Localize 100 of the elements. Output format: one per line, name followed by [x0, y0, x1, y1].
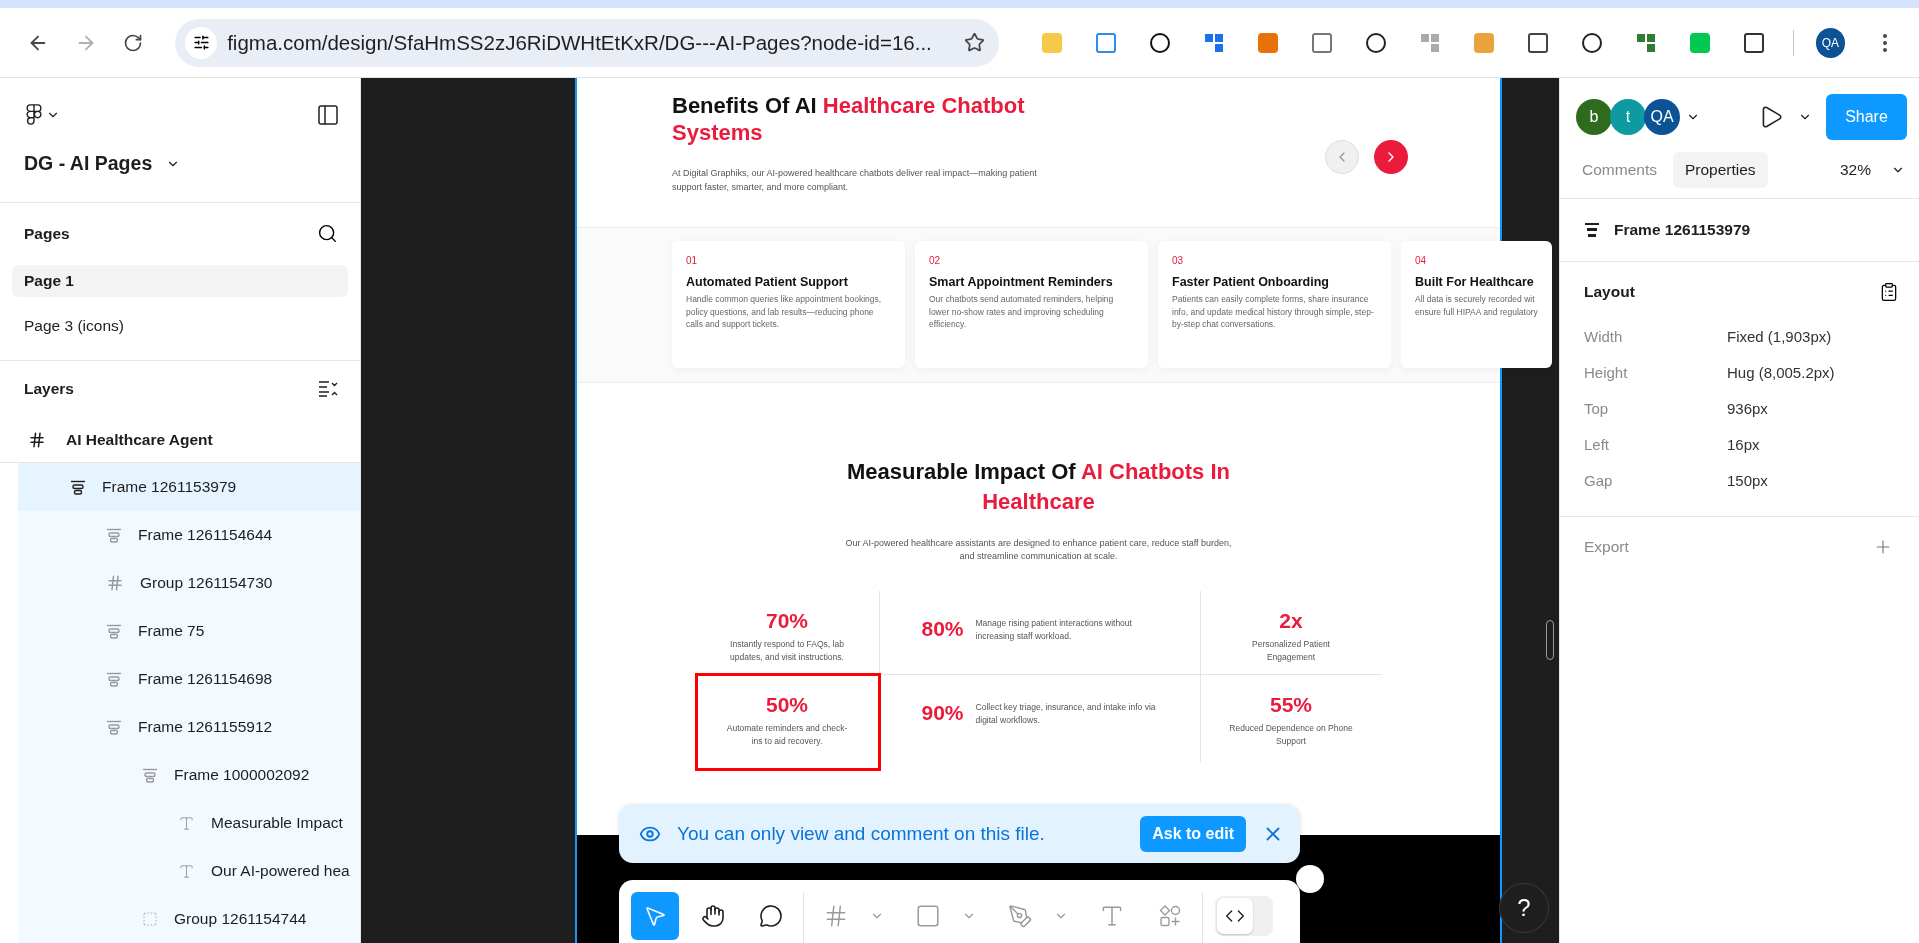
property-label: Gap: [1584, 471, 1614, 489]
card-text: Handle common queries like appointment bookings, policy questions, and lab results—reducing phone calls and support tickets.: [686, 293, 883, 331]
banner-message: You can only view and comment on this file.: [677, 822, 1046, 845]
layer-name: AI Healthcare Agent: [66, 430, 213, 449]
next-button[interactable]: [1374, 140, 1408, 174]
zoom-menu-button[interactable]: 32%: [1839, 161, 1905, 179]
sidebar-icon: [316, 103, 340, 127]
card-number: 02: [929, 255, 941, 266]
layer-row[interactable]: Frame 75: [18, 607, 360, 655]
canvas[interactable]: [361, 78, 1559, 943]
stat-description: Collect key triage, insurance, and intake info via digital workflows.: [975, 701, 1157, 727]
auto-layout-icon: [106, 671, 122, 687]
layer-row[interactable]: Frame 1261154698: [18, 655, 360, 703]
layer-row[interactable]: Our AI-powered hea: [18, 847, 360, 895]
property-value: 150px: [1727, 471, 1769, 489]
card-text: All data is securely recorded wit ensure full HIPAA and regulatory: [1415, 293, 1538, 318]
stat-value: 55%: [1270, 693, 1312, 717]
stat-description: Instantly respond to FAQs, lab updates, and visit instructions.: [729, 638, 845, 664]
layer-name: Our AI-powered hea: [211, 862, 350, 880]
group-icon: [142, 911, 158, 927]
section-intro: Our AI-powered healthcare assistants are designed to enhance patient care, reduce staff burden, and streamline communication at scale.: [844, 537, 1233, 563]
layer-name: Frame 1261155912: [138, 718, 273, 736]
layer-name: Group 1261154744: [174, 910, 307, 928]
card-number: 04: [1415, 255, 1427, 266]
sidebar-toggle-button[interactable]: [316, 103, 340, 127]
layer-name: Group 1261154730: [140, 574, 273, 592]
card-title: Faster Patient Onboarding: [1172, 275, 1329, 289]
auto-layout-icon: [106, 527, 122, 543]
auto-layout-icon: [1584, 222, 1600, 238]
pen-icon: [1007, 903, 1033, 929]
frame-icon: [28, 430, 46, 449]
hand-icon: [701, 904, 725, 928]
panel-tab[interactable]: Comments: [1570, 152, 1669, 188]
move-tool-button[interactable]: [631, 892, 679, 940]
layer-name: Frame 1261154644: [138, 526, 273, 544]
layers-heading: Layers: [24, 379, 74, 398]
layer-row[interactable]: Measurable Impact: [18, 799, 360, 847]
circle-shape: [1296, 865, 1324, 893]
figma-logo-icon: [26, 104, 42, 126]
clipboard-icon[interactable]: [1879, 282, 1899, 302]
bookmark-star-icon[interactable]: [963, 32, 985, 53]
page-item[interactable]: Page 1: [12, 264, 348, 298]
layer-row[interactable]: Frame 1261153979: [18, 463, 360, 511]
layer-row[interactable]: Group 1261154730: [18, 559, 360, 607]
auto-layout-icon: [106, 623, 122, 639]
property-value: Fixed (1,903px): [1727, 327, 1833, 345]
card-number: 03: [1172, 255, 1184, 266]
stat-description: Reduced Dependence on Phone Support: [1228, 722, 1354, 748]
text-icon: [178, 814, 195, 832]
panel-tab[interactable]: Properties: [1672, 152, 1768, 188]
property-value: 936px: [1727, 399, 1769, 417]
layout-heading: Layout: [1584, 283, 1635, 301]
stat-description: Personalized Patient Engagement: [1251, 638, 1331, 664]
layer-name: Frame 1000002092: [174, 766, 310, 784]
card-number: 01: [686, 255, 698, 266]
property-label: Left: [1584, 435, 1611, 453]
stat-value: 50%: [766, 693, 808, 717]
layer-row[interactable]: Group 1261154744: [18, 895, 360, 943]
card-title: Automated Patient Support: [686, 275, 848, 289]
card-text: Patients can easily complete forms, share insurance info, and update medical history through simple, step-by-step chat conversations.: [1172, 293, 1375, 331]
auto-layout-icon: [106, 719, 122, 735]
stat-value: 2x: [1279, 609, 1303, 633]
main-menu-button[interactable]: [26, 104, 60, 126]
profile-avatar[interactable]: QA: [1815, 27, 1846, 58]
card-text: Our chatbots send automated reminders, helping lower no-show rates and improving scheduling efficiency.: [929, 293, 1115, 331]
url-text: figma.com/design/SfaHmSS2zJ6RiDWHtEtKxR/DG---AI-Pages?node-id=16...: [227, 30, 933, 55]
property-label: Width: [1584, 327, 1624, 345]
layer-row[interactable]: Frame 1261154644: [18, 511, 360, 559]
property-label: Top: [1584, 399, 1610, 417]
layer-name: Frame 1261153979: [102, 478, 237, 496]
stat-description: Automate reminders and check-ins to aid recovery.: [725, 722, 849, 748]
card-title: Smart Appointment Reminders: [929, 275, 1113, 289]
export-heading: Export: [1584, 537, 1629, 556]
layer-row[interactable]: Frame 1261155912: [18, 703, 360, 751]
property-label: Height: [1584, 363, 1629, 381]
speech-bubble-icon: [759, 904, 783, 928]
reload-icon: [123, 32, 144, 53]
selection-name: Frame 1261153979: [1614, 221, 1751, 239]
property-value: Hug (8,005.2px): [1727, 363, 1836, 381]
layer-row[interactable]: Frame 1000002092: [18, 751, 360, 799]
dev-mode-toggle[interactable]: [1215, 896, 1273, 936]
file-name-button[interactable]: DG - AI Pages: [24, 152, 181, 175]
text-icon: [178, 862, 195, 880]
help-button[interactable]: ?: [1500, 884, 1548, 932]
page-item[interactable]: Page 3 (icons): [12, 309, 348, 342]
collaborator-avatar[interactable]: b: [1576, 99, 1612, 135]
stat-description: Manage rising patient interactions without increasing staff workload.: [975, 617, 1133, 643]
stat-value: 70%: [766, 609, 808, 633]
search-icon[interactable]: [317, 223, 338, 245]
collapse-layers-icon[interactable]: [318, 379, 338, 398]
section-intro: At Digital Graphiks, our AI-powered healthcare chatbots deliver real impact—making patient support faster, smarter, and more compliant.: [672, 167, 1038, 194]
site-settings-button[interactable]: [185, 26, 218, 59]
section-title: Benefits Of AI Healthcare Chatbot Systems: [672, 92, 1026, 146]
property-value: 16px: [1727, 435, 1761, 453]
sliders-icon: [192, 34, 210, 51]
pages-heading: Pages: [24, 224, 70, 243]
collaborator-avatar[interactable]: QA: [1644, 99, 1680, 135]
address-bar[interactable]: figma.com/design/SfaHmSS2zJ6RiDWHtEtKxR/DG---AI-Pages?node-id=16...: [175, 18, 999, 67]
more-icon: [1883, 33, 1888, 52]
stat-value: 90%: [921, 701, 964, 725]
